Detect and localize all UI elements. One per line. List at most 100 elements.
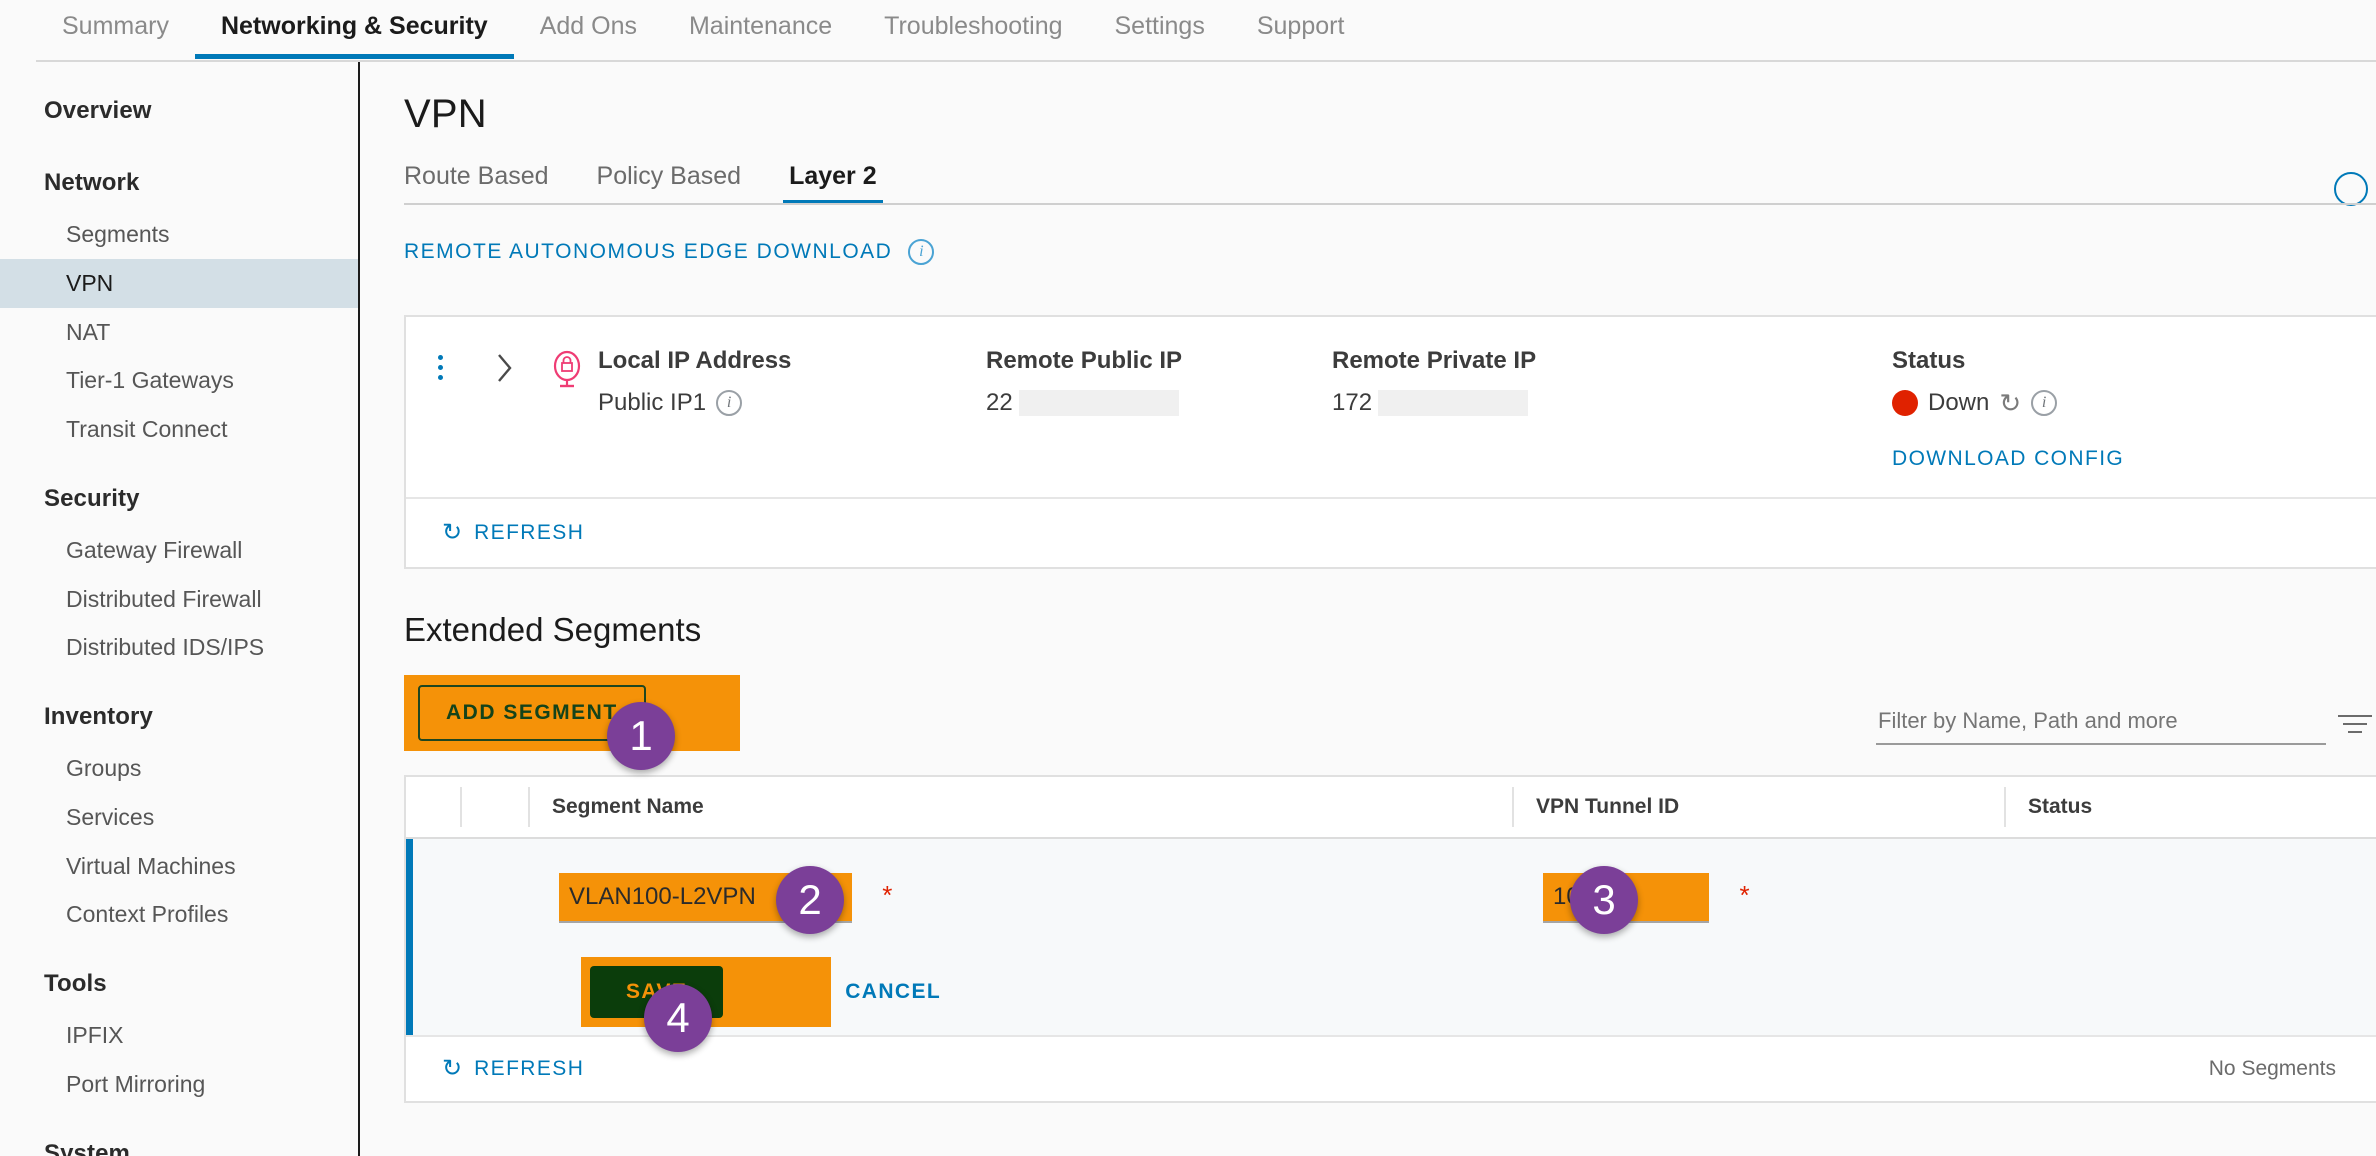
- tab-add-ons[interactable]: Add Ons: [514, 0, 663, 59]
- sidebar-item-distributed-firewall[interactable]: Distributed Firewall: [0, 575, 358, 624]
- vmc-console-page: Summary Networking & Security Add Ons Ma…: [0, 0, 2376, 1156]
- primary-tab-bar: Summary Networking & Security Add Ons Ma…: [0, 0, 2376, 62]
- tab-support[interactable]: Support: [1231, 0, 1371, 59]
- callout-badge-1: 1: [607, 702, 675, 770]
- tab-summary[interactable]: Summary: [36, 0, 195, 59]
- add-segment-highlight: ADD SEGMENT: [404, 675, 740, 751]
- kebab-menu-icon[interactable]: [437, 355, 443, 380]
- sidebar-item-vpn[interactable]: VPN: [0, 258, 358, 308]
- segment-count-label: No Segments: [2208, 1057, 2336, 1080]
- vpn-tunnel-id-required-marker: *: [1739, 880, 1750, 910]
- sidebar-group-security: Security: [44, 484, 140, 512]
- tab-summary-label: Summary: [62, 12, 169, 40]
- tab-support-label: Support: [1256, 12, 1345, 40]
- sidebar-item-gateway-firewall[interactable]: Gateway Firewall: [0, 526, 358, 575]
- status-value: Down: [1928, 389, 1990, 416]
- sidebar-item-tier1-gateways[interactable]: Tier-1 Gateways: [0, 356, 358, 405]
- sidebar-item-nat[interactable]: NAT: [0, 308, 358, 357]
- subtab-policy-based-label: Policy Based: [596, 162, 742, 190]
- column-header-vpn-tunnel-id[interactable]: VPN Tunnel ID: [1514, 795, 2004, 819]
- info-icon[interactable]: i: [716, 390, 743, 416]
- filter-box: [1876, 707, 2326, 745]
- tab-settings[interactable]: Settings: [1089, 0, 1231, 59]
- sidebar-item-transit-connect[interactable]: Transit Connect: [0, 405, 358, 454]
- sidebar-item-services[interactable]: Services: [0, 793, 358, 842]
- tab-settings-label: Settings: [1114, 12, 1205, 40]
- filter-input[interactable]: [1876, 707, 2326, 735]
- subtab-layer-2-label: Layer 2: [789, 162, 877, 190]
- remote-public-ip-column: Remote Public IP 22: [986, 345, 1332, 417]
- redaction-block: [1378, 390, 1529, 416]
- remote-private-ip-column: Remote Private IP 172: [1332, 345, 1892, 417]
- refresh-icon[interactable]: ↻: [1999, 390, 2021, 416]
- table-refresh-link[interactable]: REFRESH: [474, 1057, 584, 1081]
- remote-public-ip-value: 22: [986, 389, 1013, 416]
- tab-troubleshooting-label: Troubleshooting: [884, 12, 1063, 40]
- sidebar-item-context-profiles[interactable]: Context Profiles: [0, 890, 358, 939]
- status-label: Status: [1892, 347, 1966, 374]
- refresh-icon[interactable]: ↻: [442, 521, 462, 545]
- info-icon[interactable]: i: [2031, 390, 2058, 416]
- extended-segments-table: Segment Name VPN Tunnel ID Status VLAN10…: [404, 775, 2376, 1103]
- cancel-button[interactable]: CANCEL: [839, 979, 947, 1005]
- tab-maintenance-label: Maintenance: [688, 12, 833, 40]
- segment-name-input[interactable]: VLAN100-L2VPN: [569, 883, 756, 911]
- remote-autonomous-edge-download-row: REMOTE AUTONOMOUS EDGE DOWNLOAD i: [362, 205, 2376, 265]
- subtab-policy-based[interactable]: Policy Based: [573, 162, 766, 205]
- tab-networking-security-label: Networking & Security: [220, 12, 488, 40]
- row-actions-cell: [406, 345, 474, 380]
- remote-public-ip-label: Remote Public IP: [986, 347, 1183, 374]
- extended-segments-title: Extended Segments: [404, 611, 702, 648]
- sidebar-item-ipfix[interactable]: IPFIX: [0, 1011, 358, 1060]
- sidebar-item-overview[interactable]: Overview: [0, 84, 358, 138]
- callout-badge-2-number: 2: [798, 876, 822, 923]
- status-value-row: Down ↻ i: [1892, 389, 2124, 417]
- vpn-subtab-bar: Route Based Policy Based Layer 2: [362, 137, 2376, 205]
- status-badge: [1892, 390, 1918, 416]
- sidebar-item-distributed-ids-ips[interactable]: Distributed IDS/IPS: [0, 623, 358, 672]
- sidebar-item-groups[interactable]: Groups: [0, 744, 358, 793]
- callout-badge-1-number: 1: [629, 712, 653, 759]
- status-column: Status Down ↻ i DOWNLOAD CONFIG: [1892, 345, 2124, 471]
- form-action-row: SAVE CANCEL: [581, 957, 947, 1027]
- sidebar-group-system: System: [44, 1139, 130, 1156]
- sidebar-item-port-mirroring[interactable]: Port Mirroring: [0, 1060, 358, 1109]
- table-header-row: Segment Name VPN Tunnel ID Status: [406, 777, 2376, 839]
- callout-badge-3: 3: [1570, 866, 1638, 934]
- page-title: VPN: [404, 92, 487, 136]
- tunnel-card-footer: ↻ REFRESH: [406, 497, 2376, 567]
- callout-badge-4-number: 4: [666, 994, 690, 1041]
- subtab-route-based-label: Route Based: [404, 162, 549, 190]
- segment-name-required-marker: *: [882, 880, 893, 910]
- table-footer: ↻ REFRESH No Segments: [406, 1035, 2376, 1101]
- column-header-segment-name[interactable]: Segment Name: [530, 795, 1512, 819]
- refresh-icon[interactable]: ↻: [442, 1057, 462, 1081]
- sidebar-group-network: Network: [44, 169, 140, 196]
- tab-maintenance[interactable]: Maintenance: [663, 0, 858, 59]
- column-header-status[interactable]: Status: [2006, 795, 2092, 819]
- callout-badge-4: 4: [644, 984, 712, 1052]
- local-ip-address-value-row: Public IP1 i: [598, 389, 986, 417]
- subtab-route-based[interactable]: Route Based: [404, 162, 573, 205]
- filter-settings-icon[interactable]: [2338, 715, 2372, 739]
- remote-private-ip-value: 172: [1332, 389, 1373, 416]
- subtab-layer-2[interactable]: Layer 2: [765, 162, 901, 205]
- remote-private-ip-label: Remote Private IP: [1332, 347, 1537, 374]
- sidebar-item-segments[interactable]: Segments: [0, 210, 358, 259]
- remote-public-ip-value-row: 22: [986, 389, 1332, 417]
- vpn-tunnel-card: Local IP Address Public IP1 i Remote Pub…: [404, 315, 2376, 569]
- local-ip-address-label: Local IP Address: [598, 347, 792, 374]
- vpn-tunnel-row: Local IP Address Public IP1 i Remote Pub…: [406, 317, 2376, 497]
- local-ip-address-column: Local IP Address Public IP1 i: [598, 345, 986, 417]
- refresh-link[interactable]: REFRESH: [474, 521, 584, 545]
- chevron-right-icon[interactable]: [494, 351, 516, 385]
- tab-networking-security[interactable]: Networking & Security: [194, 0, 514, 59]
- sidebar-item-virtual-machines[interactable]: Virtual Machines: [0, 842, 358, 891]
- tab-add-ons-label: Add Ons: [539, 12, 637, 40]
- remote-autonomous-edge-download-link[interactable]: REMOTE AUTONOMOUS EDGE DOWNLOAD: [404, 240, 892, 264]
- download-config-link[interactable]: DOWNLOAD CONFIG: [1892, 447, 2124, 471]
- expand-chevron-cell: [474, 345, 536, 385]
- local-ip-address-value: Public IP1: [598, 389, 707, 416]
- tab-troubleshooting[interactable]: Troubleshooting: [858, 0, 1088, 59]
- info-icon[interactable]: i: [908, 239, 935, 265]
